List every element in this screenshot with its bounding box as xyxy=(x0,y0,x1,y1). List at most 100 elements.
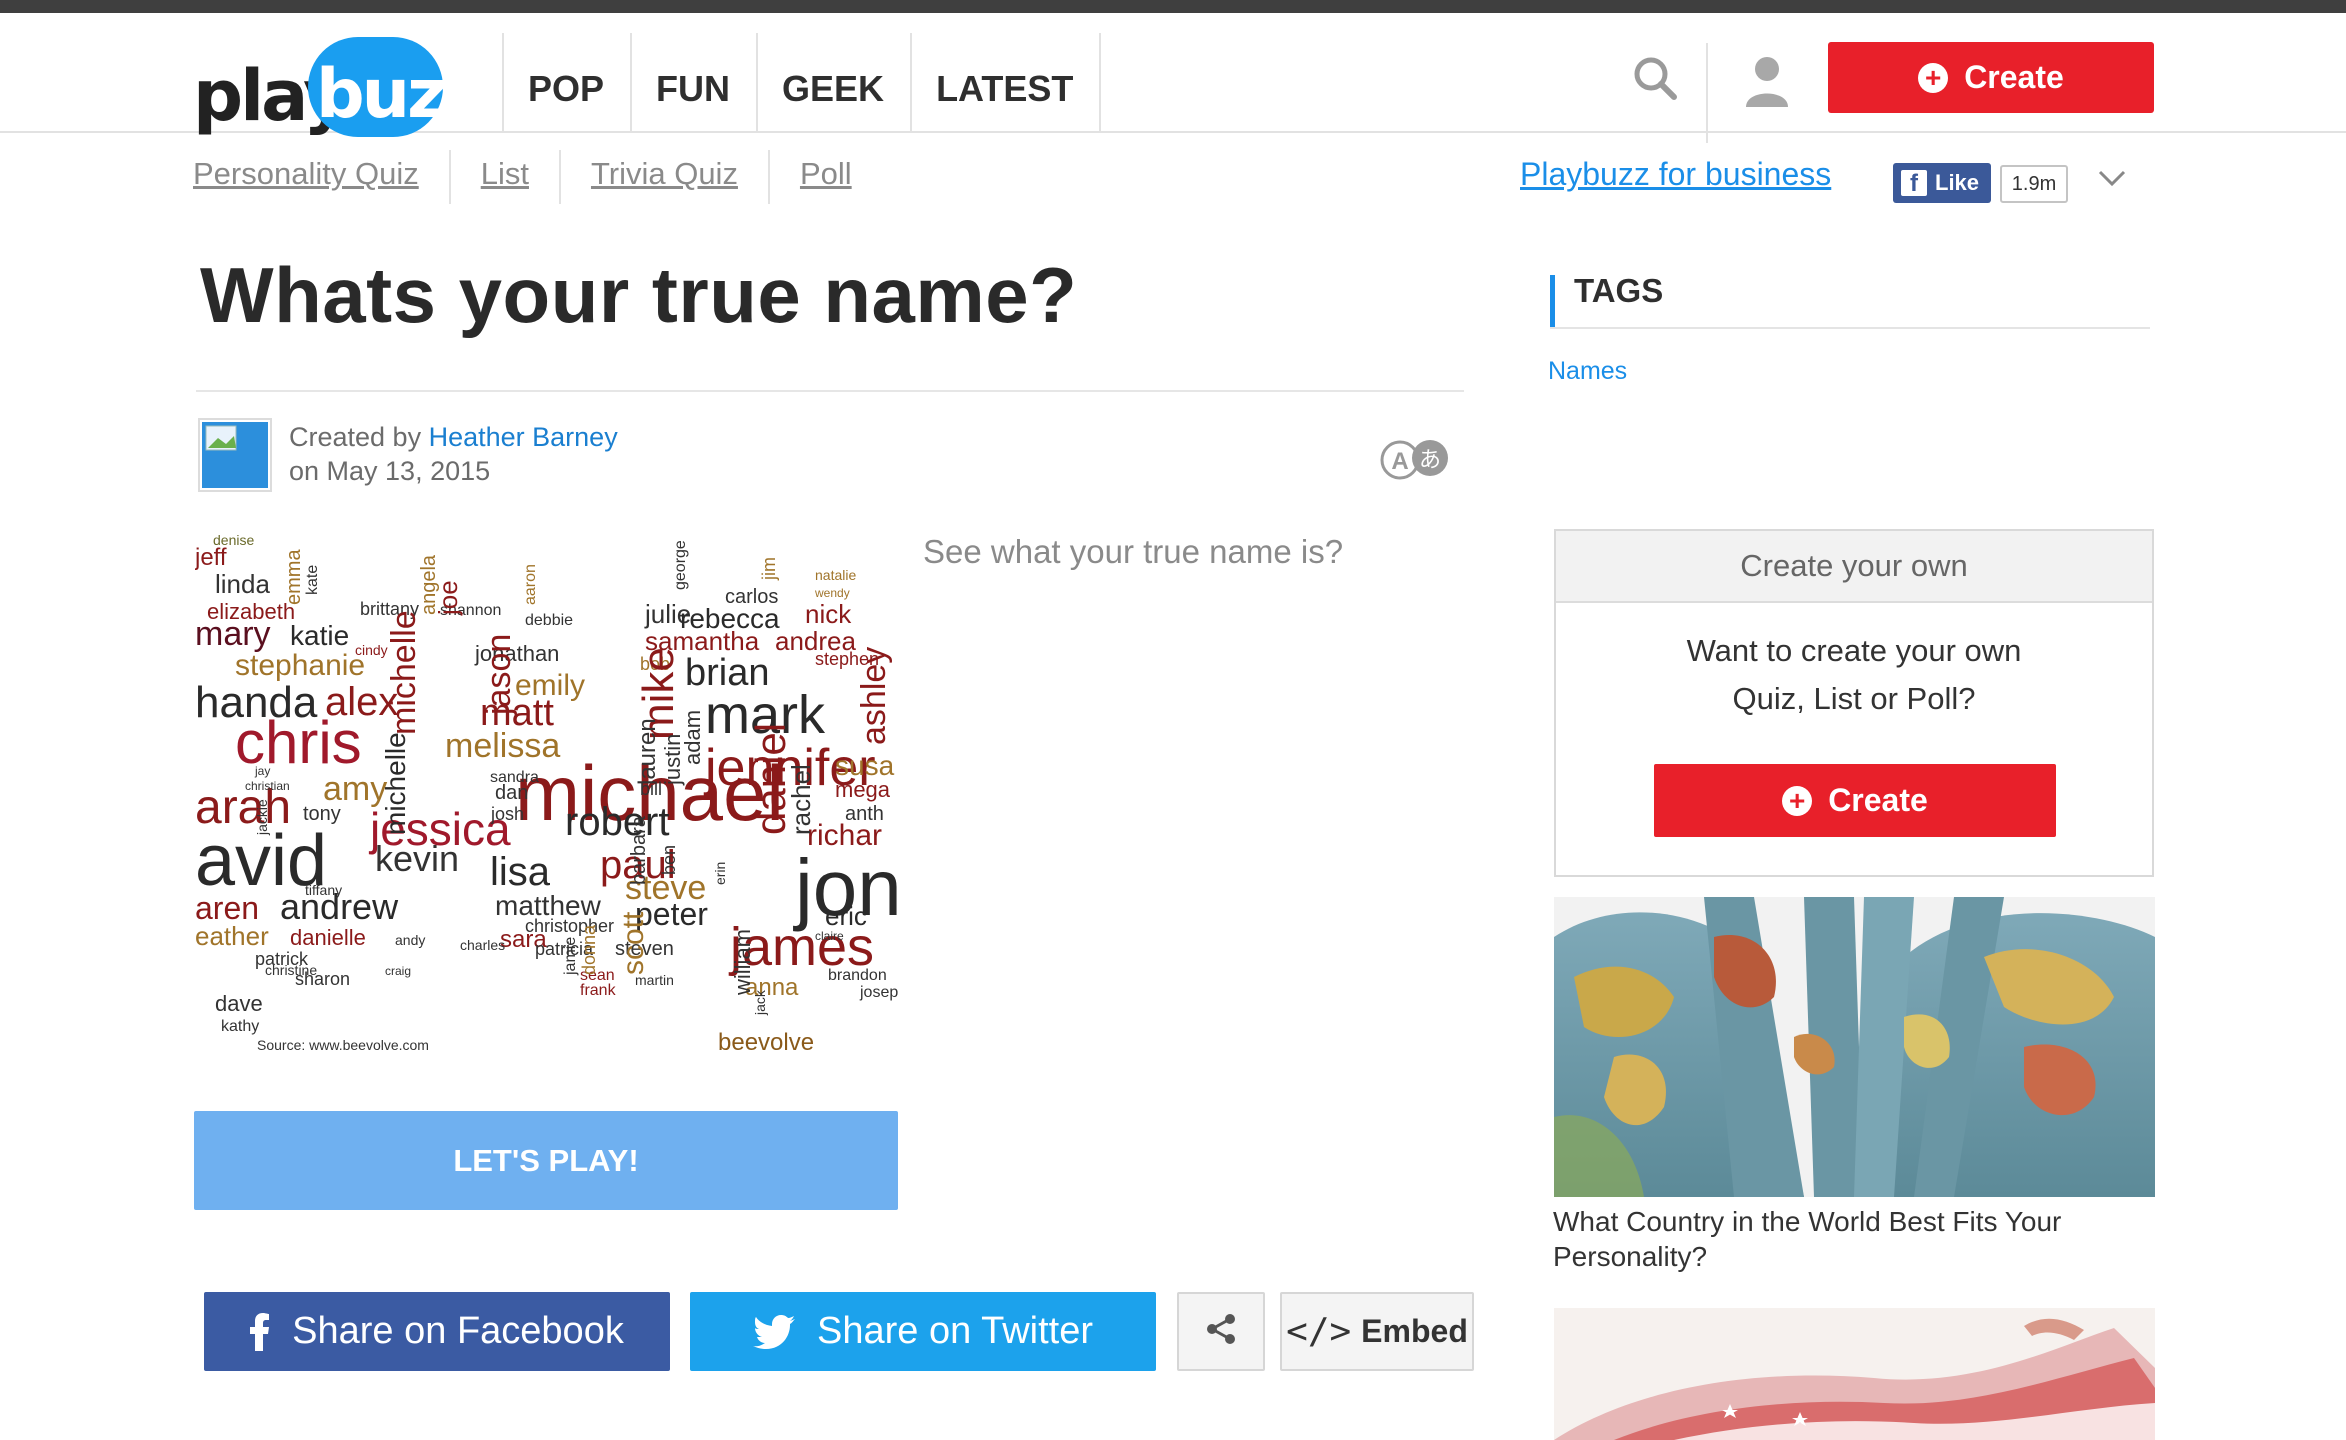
image-brand: beevolve xyxy=(718,1029,814,1055)
svg-text:jason: jason xyxy=(480,634,518,716)
svg-text:jim: jim xyxy=(759,557,779,581)
svg-text:christopher: christopher xyxy=(525,916,614,936)
svg-text:katie: katie xyxy=(290,620,349,651)
share-twitter-label: Share on Twitter xyxy=(816,1310,1093,1352)
top-strip xyxy=(0,0,2346,13)
title-divider xyxy=(196,390,1464,392)
svg-text:kathy: kathy xyxy=(221,1018,259,1035)
lets-play-button[interactable]: LET'S PLAY! xyxy=(194,1111,898,1210)
share-facebook-label: Share on Facebook xyxy=(292,1310,624,1352)
image-source: Source: www.beevolve.com xyxy=(257,1037,429,1053)
publish-date: on May 13, 2015 xyxy=(289,456,491,486)
svg-text:carlos: carlos xyxy=(725,586,778,608)
like-label: Like xyxy=(1935,170,1980,195)
svg-text:frank: frank xyxy=(580,982,617,999)
svg-text:angela: angela xyxy=(418,554,440,615)
related-quiz-image[interactable] xyxy=(1554,897,2155,1197)
share-icon-button[interactable] xyxy=(1177,1292,1265,1371)
svg-text:chris: chris xyxy=(235,709,362,776)
plus-icon: + xyxy=(1782,785,1813,816)
create-box-heading: Create your own xyxy=(1556,531,2152,603)
page-title: Whats your true name? xyxy=(200,251,1078,339)
svg-text:christian: christian xyxy=(245,779,290,793)
facebook-icon xyxy=(250,1312,270,1351)
subnav-personality-quiz[interactable]: Personality Quiz xyxy=(193,150,449,204)
subnav-poll[interactable]: Poll xyxy=(767,150,882,204)
svg-text:tony: tony xyxy=(303,803,341,825)
search-icon[interactable] xyxy=(1630,53,1680,103)
svg-text:michelle: michelle xyxy=(385,610,423,735)
share-facebook-button[interactable]: Share on Facebook xyxy=(204,1292,670,1371)
svg-text:george: george xyxy=(672,540,689,590)
plus-icon: + xyxy=(1918,62,1949,93)
svg-text:josh: josh xyxy=(490,804,524,824)
create-button-label: Create xyxy=(1964,59,2064,95)
tags-divider xyxy=(1550,327,2150,329)
sidebar-create-button[interactable]: + Create xyxy=(1654,764,2056,837)
related-quiz-image-2[interactable] xyxy=(1554,1308,2155,1440)
user-icon[interactable] xyxy=(1742,53,1792,111)
chevron-down-icon[interactable] xyxy=(2092,158,2132,198)
create-box-line-2: Quiz, List or Poll? xyxy=(1732,681,1976,716)
create-your-own-box: Create your own Want to create your own … xyxy=(1554,529,2154,877)
format-nav: Personality Quiz List Trivia Quiz Poll xyxy=(193,150,882,204)
author-link[interactable]: Heather Barney xyxy=(429,422,618,452)
related-quiz-caption[interactable]: What Country in the World Best Fits Your… xyxy=(1553,1204,2153,1274)
create-box-text: Want to create your own Quiz, List or Po… xyxy=(1556,627,2152,723)
created-by-label: Created by xyxy=(289,422,422,452)
svg-text:josep: josep xyxy=(859,984,898,1001)
svg-text:denise: denise xyxy=(213,535,254,548)
svg-text:robert: robert xyxy=(565,800,670,844)
business-link[interactable]: Playbuzz for business xyxy=(1520,156,1831,193)
svg-text:barbara: barbara xyxy=(628,815,650,885)
svg-text:wendy: wendy xyxy=(814,586,850,600)
subnav-list[interactable]: List xyxy=(448,150,559,204)
svg-text:jackie: jackie xyxy=(254,799,270,836)
svg-text:jamie: jamie xyxy=(562,937,579,976)
nav-item-geek[interactable]: GEEK xyxy=(756,33,910,133)
svg-text:brandon: brandon xyxy=(828,967,887,984)
main-nav: POP FUN GEEK LATEST xyxy=(502,33,1102,133)
svg-text:donna: donna xyxy=(579,924,599,975)
share-twitter-button[interactable]: Share on Twitter xyxy=(690,1292,1156,1371)
svg-text:claire: claire xyxy=(815,929,844,943)
facebook-like-button[interactable]: f Like xyxy=(1893,163,1991,203)
svg-text:lauren: lauren xyxy=(634,718,661,785)
svg-text:scott: scott xyxy=(617,911,650,975)
quiz-cover-image: jeff denise linda elizabeth mary katie s… xyxy=(195,535,900,1055)
quiz-description: See what your true name is? xyxy=(923,533,1344,570)
svg-text:emma: emma xyxy=(283,549,305,605)
svg-text:natalie: natalie xyxy=(815,567,856,583)
svg-text:jeff: jeff xyxy=(195,544,227,571)
svg-text:eather: eather xyxy=(195,921,269,951)
svg-text:christine: christine xyxy=(265,962,317,978)
tags-accent-bar xyxy=(1550,275,1555,328)
svg-text:kate: kate xyxy=(304,565,321,595)
svg-text:aaron: aaron xyxy=(522,564,539,605)
svg-text:rachel: rachel xyxy=(786,764,816,835)
svg-text:nick: nick xyxy=(805,599,852,629)
svg-text:dan: dan xyxy=(495,782,528,804)
share-icon xyxy=(1204,1312,1238,1351)
avatar[interactable] xyxy=(200,420,270,490)
playbuzz-logo[interactable]: play buzz xyxy=(193,31,483,141)
tag-link-names[interactable]: Names xyxy=(1548,357,1627,386)
svg-text:ashley: ashley xyxy=(855,647,893,745)
nav-item-pop[interactable]: POP xyxy=(502,33,630,133)
tags-heading: TAGS xyxy=(1574,272,1664,309)
nav-item-latest[interactable]: LATEST xyxy=(910,33,1102,133)
site-header: play buzz POP FUN GEEK LATEST + Create xyxy=(0,13,2346,143)
svg-text:danielle: danielle xyxy=(290,925,366,950)
embed-button[interactable]: </> Embed xyxy=(1280,1292,1474,1371)
svg-text:debbie: debbie xyxy=(525,612,573,629)
translate-icon[interactable]: A あ xyxy=(1378,438,1454,482)
svg-text:ben: ben xyxy=(659,845,679,875)
svg-text:jack: jack xyxy=(752,989,768,1016)
code-icon: </> xyxy=(1286,1311,1352,1352)
create-button[interactable]: + Create xyxy=(1828,42,2154,113)
svg-text:A: A xyxy=(1391,448,1408,475)
subnav-trivia-quiz[interactable]: Trivia Quiz xyxy=(558,150,768,204)
svg-text:cindy: cindy xyxy=(355,642,388,658)
nav-item-fun[interactable]: FUN xyxy=(630,33,756,133)
svg-text:craig: craig xyxy=(385,964,411,978)
